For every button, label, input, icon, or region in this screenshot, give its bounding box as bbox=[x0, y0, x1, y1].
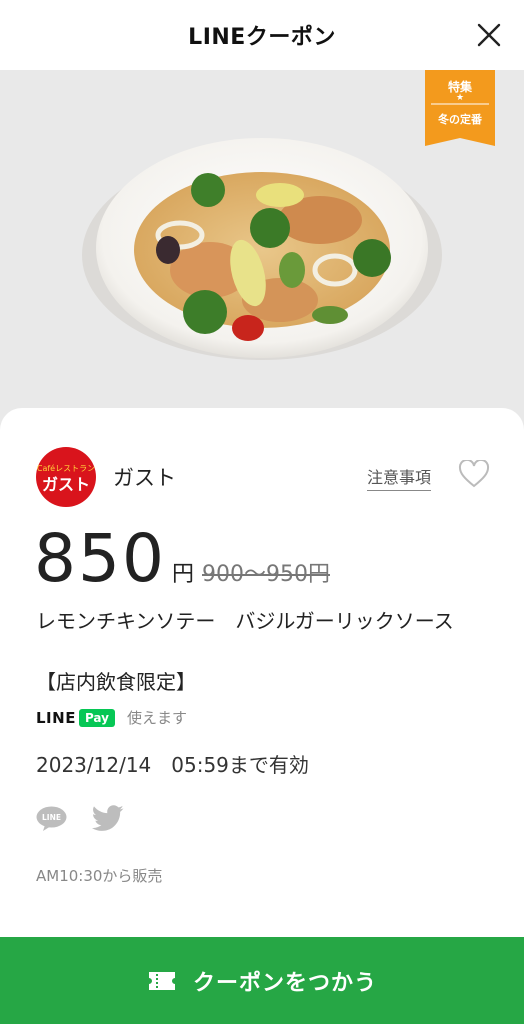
item-name: レモンチキンソテー バジルガーリックソース bbox=[36, 609, 454, 633]
svg-text:LINE: LINE bbox=[42, 813, 61, 822]
badge-label-bottom: 冬の定番 bbox=[438, 113, 482, 126]
notice-link[interactable]: 注意事項 bbox=[367, 464, 432, 491]
store-name: ガスト bbox=[113, 466, 176, 490]
linepay-usable-text: 使えます bbox=[126, 709, 187, 727]
use-coupon-button[interactable]: クーポンをつかう bbox=[0, 937, 524, 1024]
coupon-price: 850 bbox=[34, 520, 166, 597]
feature-badge: 特集 ★ 冬の定番 bbox=[425, 70, 495, 146]
original-price: 900〜950円 bbox=[202, 562, 330, 587]
use-coupon-label: クーポンをつかう bbox=[192, 970, 377, 996]
svg-text:Caféレストラン: Caféレストラン bbox=[37, 463, 95, 473]
close-icon[interactable] bbox=[474, 20, 504, 50]
heart-icon[interactable] bbox=[458, 460, 490, 488]
sale-start-time: AM10:30から販売 bbox=[36, 867, 163, 885]
page-title: LINEクーポン bbox=[188, 25, 336, 50]
price-row: 850 円 900〜950円 bbox=[34, 526, 330, 592]
store-logo: Caféレストラン ガスト bbox=[36, 447, 96, 507]
line-share-icon[interactable]: LINE bbox=[36, 806, 67, 831]
app-header: LINEクーポン bbox=[0, 0, 524, 70]
item-restriction: 【店内飲食限定】 bbox=[36, 670, 196, 694]
linepay-logo-line: LINE bbox=[36, 708, 76, 727]
coupon-card: Caféレストラン ガスト ガスト 注意事項 850 円 900〜950円 レモ… bbox=[0, 408, 524, 1024]
price-unit: 円 bbox=[171, 562, 194, 587]
coupon-hero-image: 特集 ★ 冬の定番 bbox=[0, 70, 524, 430]
linepay-availability: LINE Pay 使えます bbox=[36, 707, 187, 728]
svg-text:ガスト: ガスト bbox=[42, 475, 90, 494]
expiry-date: 2023/12/14 05:59まで有効 bbox=[36, 753, 309, 777]
badge-star: ★ bbox=[455, 93, 465, 103]
ticket-icon bbox=[148, 971, 175, 990]
twitter-share-icon[interactable] bbox=[92, 805, 124, 832]
linepay-logo-pay: Pay bbox=[78, 708, 115, 727]
